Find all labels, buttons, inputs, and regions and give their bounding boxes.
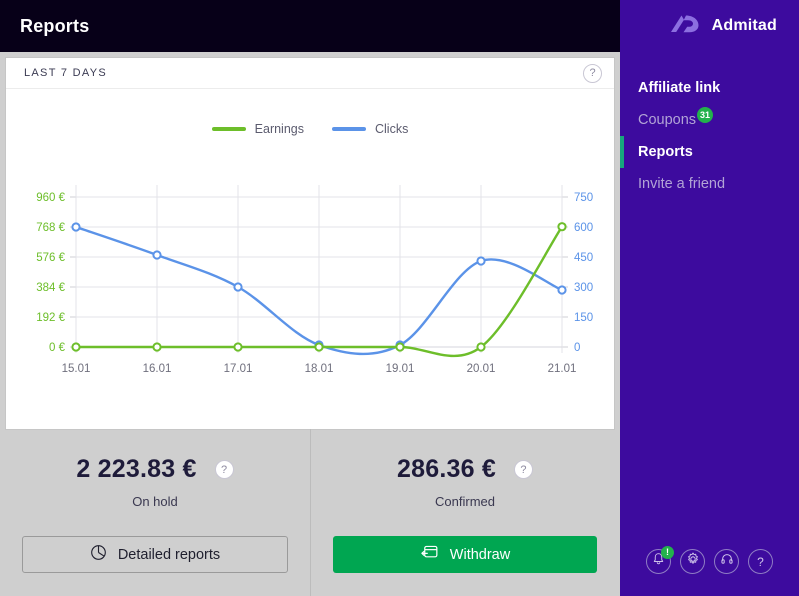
support-button[interactable] [714, 549, 739, 574]
card-title: LAST 7 DAYS [24, 67, 107, 79]
settings-button[interactable] [680, 549, 705, 574]
sidebar-item-label-affiliate-link: Affiliate link [638, 80, 721, 96]
svg-text:20.01: 20.01 [467, 363, 496, 375]
sidebar-item-label-invite-a-friend: Invite a friend [638, 176, 726, 192]
svg-text:192 €: 192 € [36, 312, 65, 324]
detailed-reports-label: Detailed reports [117, 546, 221, 563]
sidebar: Admitad Affiliate link Coupons 31 Report… [620, 0, 799, 596]
app-root: Reports LAST 7 DAYS ? Earnings Clicks 0 … [0, 0, 799, 596]
main-content: Reports LAST 7 DAYS ? Earnings Clicks 0 … [0, 0, 620, 596]
brand-name: Admitad [711, 17, 777, 34]
svg-text:15.01: 15.01 [62, 363, 91, 375]
sidebar-footer-icons: ! ? [620, 546, 799, 574]
confirmed-help-icon[interactable]: ? [513, 460, 533, 479]
notifications-button[interactable]: ! [646, 546, 674, 574]
last-7-days-card: LAST 7 DAYS ? Earnings Clicks 0 €192 €38… [6, 58, 614, 429]
sidebar-item-reports[interactable]: Reports [620, 136, 799, 168]
svg-text:384 €: 384 € [36, 282, 65, 294]
gear-icon [686, 552, 700, 571]
coupons-badge: 31 [697, 107, 714, 123]
sidebar-item-coupons[interactable]: Coupons 31 [620, 104, 799, 136]
svg-text:750: 750 [574, 192, 593, 204]
on-hold-amount-row: 2 223.83 € ? [76, 455, 234, 484]
confirmed-button-wrap: Withdraw [310, 536, 620, 573]
sidebar-item-label-coupons: Coupons [638, 112, 697, 128]
stat-on-hold: 2 223.83 € ? On hold Detailed reports [0, 455, 310, 596]
question-mark-icon: ? [757, 554, 764, 569]
admitad-ad-logo-icon [669, 12, 703, 41]
svg-text:960 €: 960 € [36, 192, 65, 204]
withdraw-card-icon [420, 544, 439, 565]
detailed-reports-button[interactable]: Detailed reports [22, 536, 288, 573]
card-header: LAST 7 DAYS ? [6, 58, 614, 89]
svg-text:300: 300 [574, 282, 593, 294]
svg-text:21.01: 21.01 [548, 363, 577, 375]
on-hold-amount: 2 223.83 € [76, 455, 197, 483]
svg-text:16.01: 16.01 [143, 363, 172, 375]
confirmed-amount: 286.36 € [397, 455, 496, 483]
pie-chart-icon [90, 544, 107, 565]
svg-text:19.01: 19.01 [386, 363, 415, 375]
chart-container: Earnings Clicks 0 €192 €384 €576 €768 €9… [6, 89, 614, 427]
svg-text:576 €: 576 € [36, 252, 65, 264]
confirmed-label: Confirmed [435, 494, 495, 509]
svg-text:0 €: 0 € [49, 342, 66, 354]
top-header-bar: Reports [0, 0, 620, 52]
sidebar-nav: Affiliate link Coupons 31 Reports Invite… [620, 72, 799, 200]
balance-stats-strip: 2 223.83 € ? On hold Detailed reports 28… [0, 429, 620, 596]
notifications-badge: ! [661, 546, 674, 559]
card-help-icon[interactable]: ? [583, 63, 602, 83]
withdraw-label: Withdraw [449, 546, 511, 563]
svg-text:0: 0 [574, 342, 580, 354]
page-title: Reports [20, 15, 90, 36]
svg-text:17.01: 17.01 [224, 363, 253, 375]
support-headset-icon [720, 552, 734, 571]
line-chart-svg: 0 € 192 € 384 € 576 € 768 € 960 € 0 150 300 450 60… [36, 185, 593, 375]
svg-text:450: 450 [574, 252, 593, 264]
svg-text:18.01: 18.01 [305, 363, 334, 375]
help-button[interactable]: ? [748, 549, 773, 574]
sidebar-item-label-reports: Reports [638, 144, 693, 160]
brand[interactable]: Admitad [620, 0, 799, 52]
svg-text:768 €: 768 € [36, 222, 65, 234]
withdraw-button[interactable]: Withdraw [333, 536, 597, 573]
on-hold-help-icon[interactable]: ? [214, 460, 234, 479]
on-hold-label: On hold [132, 494, 178, 509]
svg-text:150: 150 [574, 312, 593, 324]
sidebar-item-invite-a-friend[interactable]: Invite a friend [620, 168, 799, 200]
on-hold-button-wrap: Detailed reports [0, 536, 310, 573]
confirmed-amount-row: 286.36 € ? [397, 455, 533, 484]
svg-text:600: 600 [574, 222, 593, 234]
sidebar-item-affiliate-link[interactable]: Affiliate link [620, 72, 799, 104]
stat-confirmed: 286.36 € ? Confirmed Withdraw [310, 429, 620, 596]
